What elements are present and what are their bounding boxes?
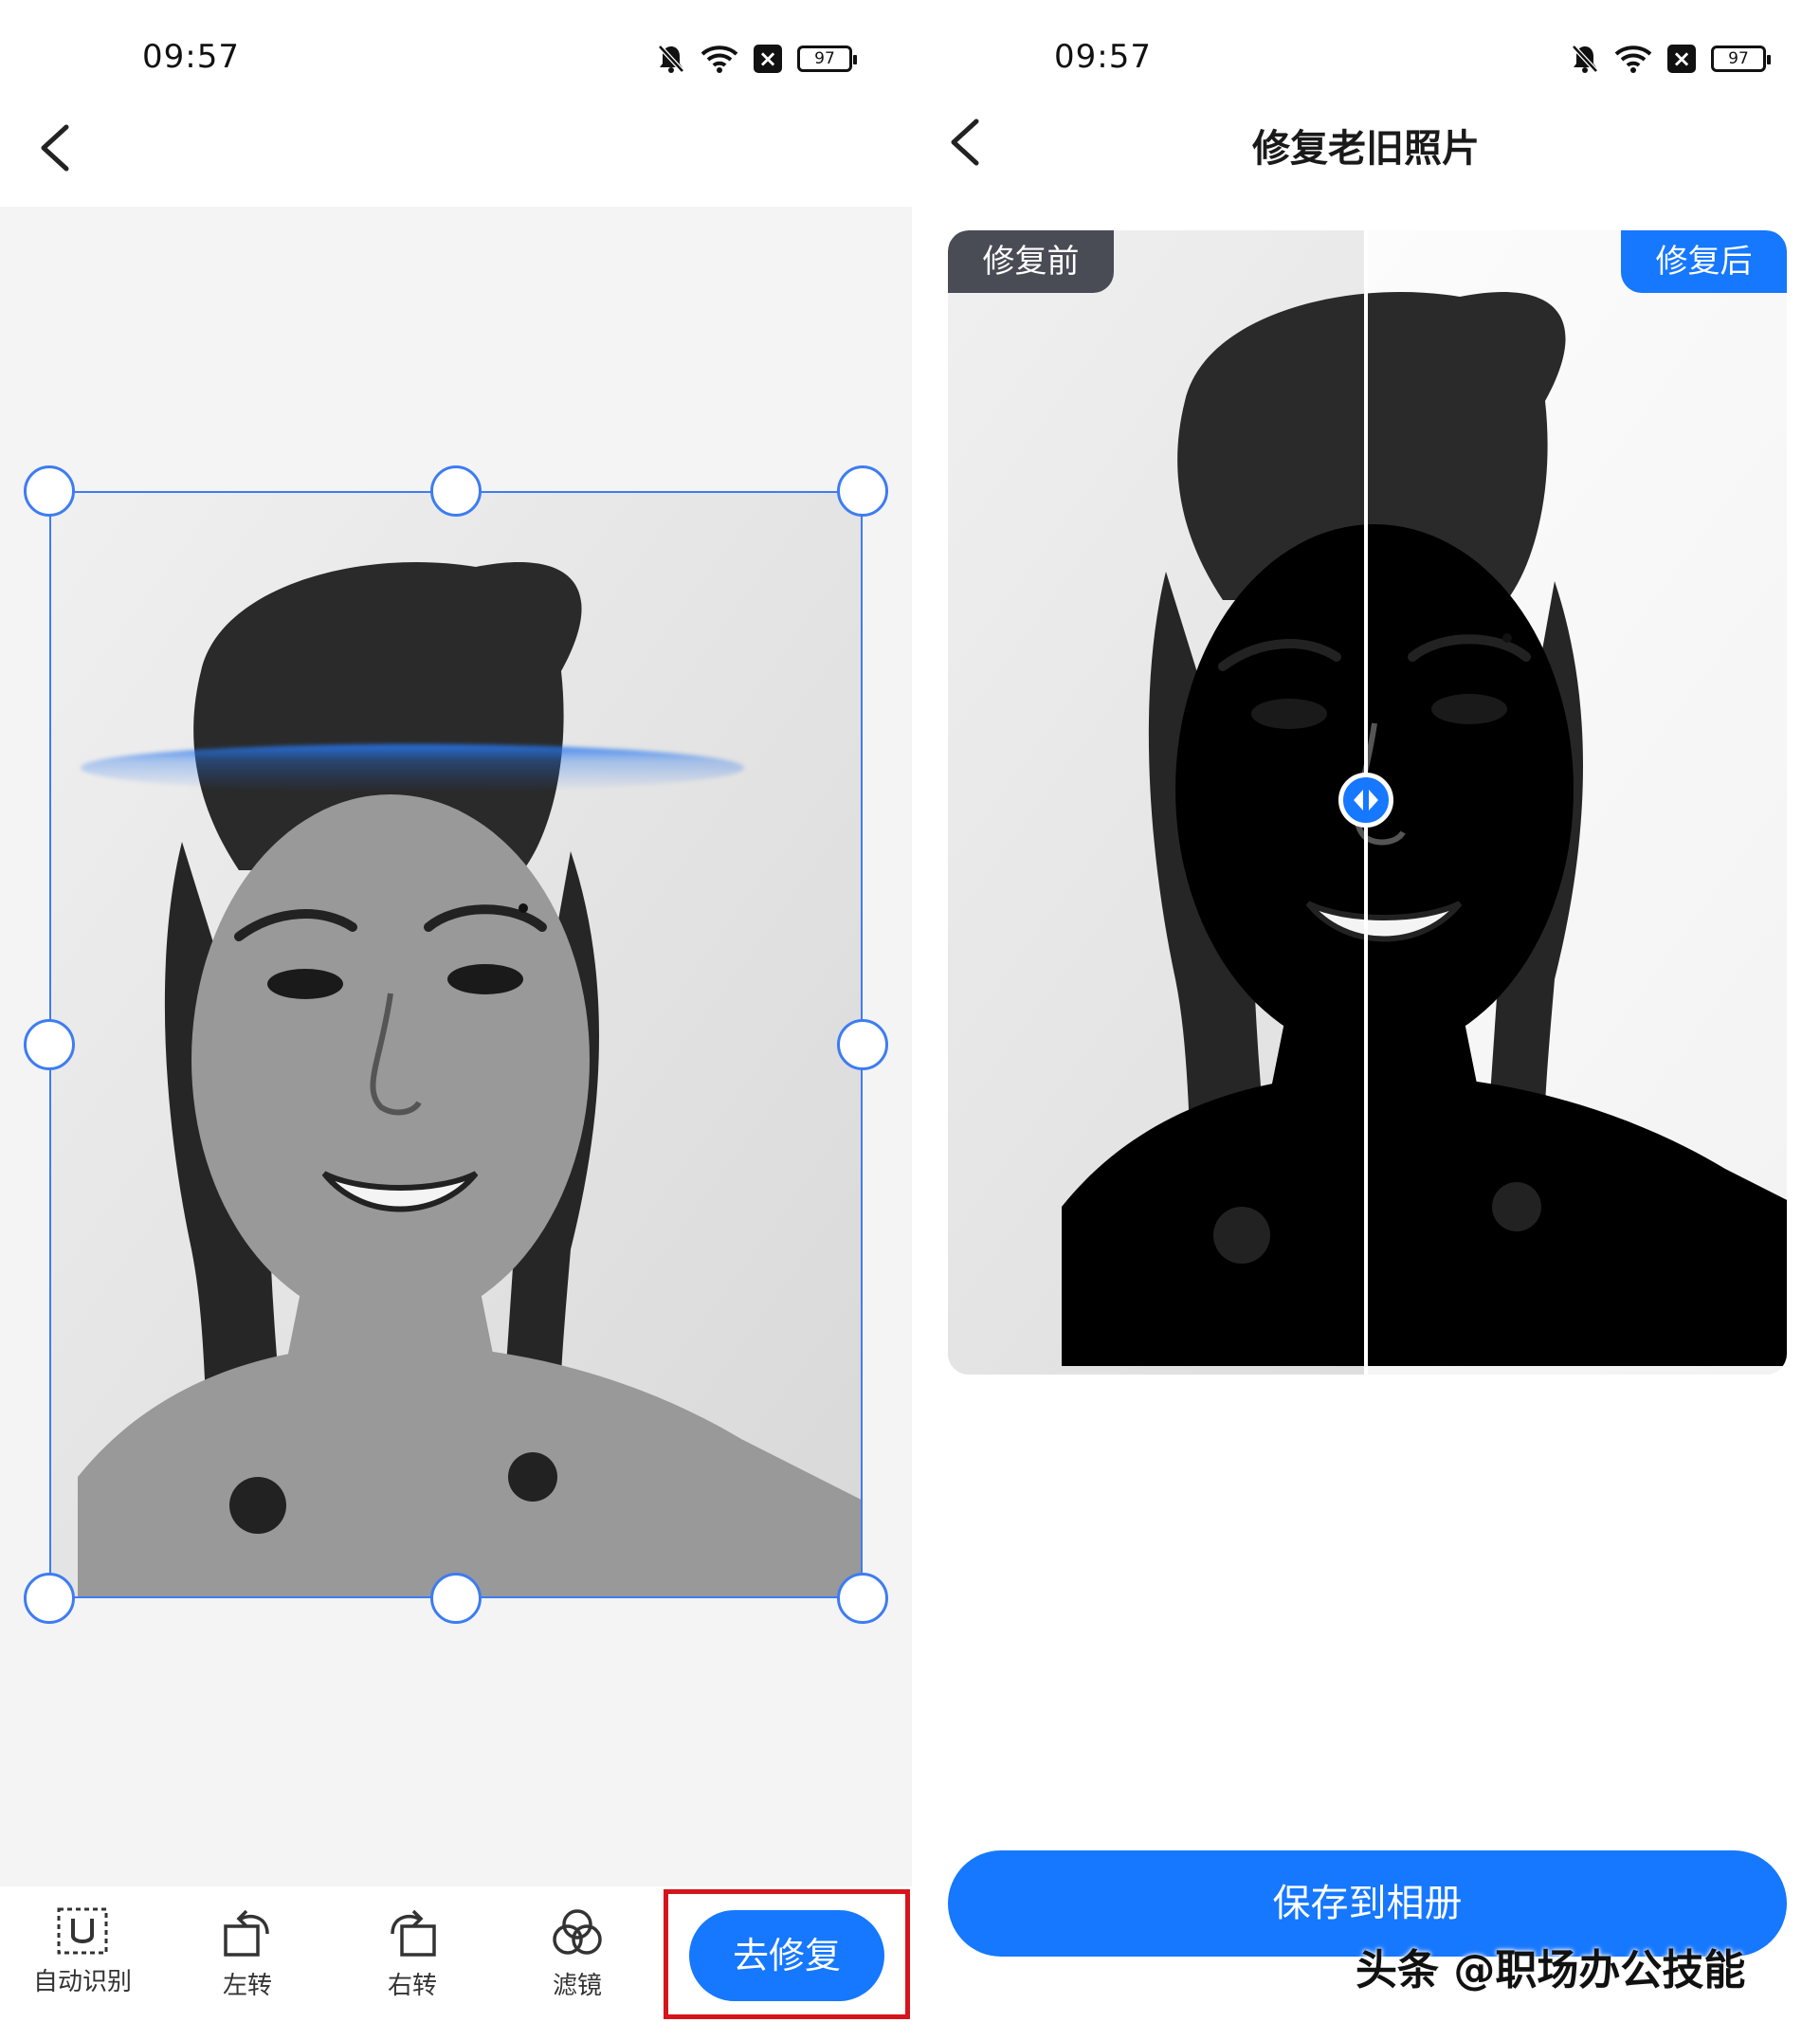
rotate-left-label: 左转	[222, 1972, 272, 2000]
bottom-toolbar: 自动识别 左转 右转 滤镜 去修复	[0, 1886, 912, 2022]
mute-bell-icon	[1572, 45, 1598, 73]
crop-editor	[0, 207, 912, 1886]
rotate-left-button[interactable]: 左转	[181, 1905, 314, 2010]
sim-x-icon: ×	[754, 45, 782, 73]
status-bar: 09:57 × 97	[912, 0, 1820, 104]
go-repair-button[interactable]: 去修复	[689, 1910, 884, 2001]
battery-icon: 97	[797, 46, 857, 72]
wifi-icon	[1614, 46, 1652, 73]
auto-detect-label: 自动识别	[32, 1968, 132, 1996]
status-icons: × 97	[1571, 42, 1771, 76]
rotate-right-icon	[391, 1909, 436, 1957]
chevron-left-icon	[41, 124, 69, 172]
crop-handle-bottom-right[interactable]	[837, 1573, 888, 1624]
filter-button[interactable]: 滤镜	[511, 1905, 644, 2010]
rotate-right-label: 右转	[387, 1972, 437, 2000]
auto-detect-button[interactable]: 自动识别	[16, 1905, 149, 2010]
left-right-arrows-icon	[1354, 790, 1378, 811]
crop-handle-middle-right[interactable]	[837, 1019, 888, 1070]
status-time: 09:57	[142, 38, 240, 76]
before-tag: 修复前	[948, 230, 1114, 293]
watermark-text: 头条 @职场办公技能	[1356, 1946, 1746, 1995]
filter-label: 滤镜	[552, 1972, 602, 2000]
after-photo	[1367, 230, 1787, 1375]
compare-slider-handle[interactable]	[1338, 773, 1393, 828]
crop-frame[interactable]	[49, 491, 863, 1598]
result-screen: 09:57 × 97 修复老旧照片 修复前 修复后 保存到相册 头条 @职场办公…	[912, 0, 1820, 2022]
crop-handle-top-right[interactable]	[837, 465, 888, 517]
before-photo	[948, 230, 1367, 1375]
crop-handle-bottom-middle[interactable]	[430, 1573, 482, 1624]
status-bar: 09:57 × 97	[0, 0, 912, 104]
wifi-icon	[701, 46, 738, 73]
sim-x-icon: ×	[1667, 45, 1696, 73]
status-icons: × 97	[657, 42, 857, 76]
crop-handle-middle-left[interactable]	[24, 1019, 75, 1070]
status-time: 09:57	[1054, 38, 1152, 76]
rotate-right-button[interactable]: 右转	[346, 1905, 479, 2010]
crop-screen: 09:57 × 97 自动识别 左转 右转 滤镜 去修复	[0, 0, 912, 2022]
crop-handle-top-left[interactable]	[24, 465, 75, 517]
battery-icon: 97	[1711, 46, 1771, 72]
after-tag: 修复后	[1621, 230, 1787, 293]
before-after-compare[interactable]: 修复前 修复后	[948, 230, 1787, 1375]
auto-detect-icon	[57, 1907, 108, 1955]
filter-icon	[553, 1909, 602, 1955]
crop-handle-top-middle[interactable]	[430, 465, 482, 517]
rotate-left-icon	[224, 1909, 269, 1957]
page-title: 修复老旧照片	[1252, 127, 1480, 171]
mute-bell-icon	[658, 45, 684, 73]
crop-handle-bottom-left[interactable]	[24, 1573, 75, 1624]
back-button[interactable]	[28, 119, 85, 176]
